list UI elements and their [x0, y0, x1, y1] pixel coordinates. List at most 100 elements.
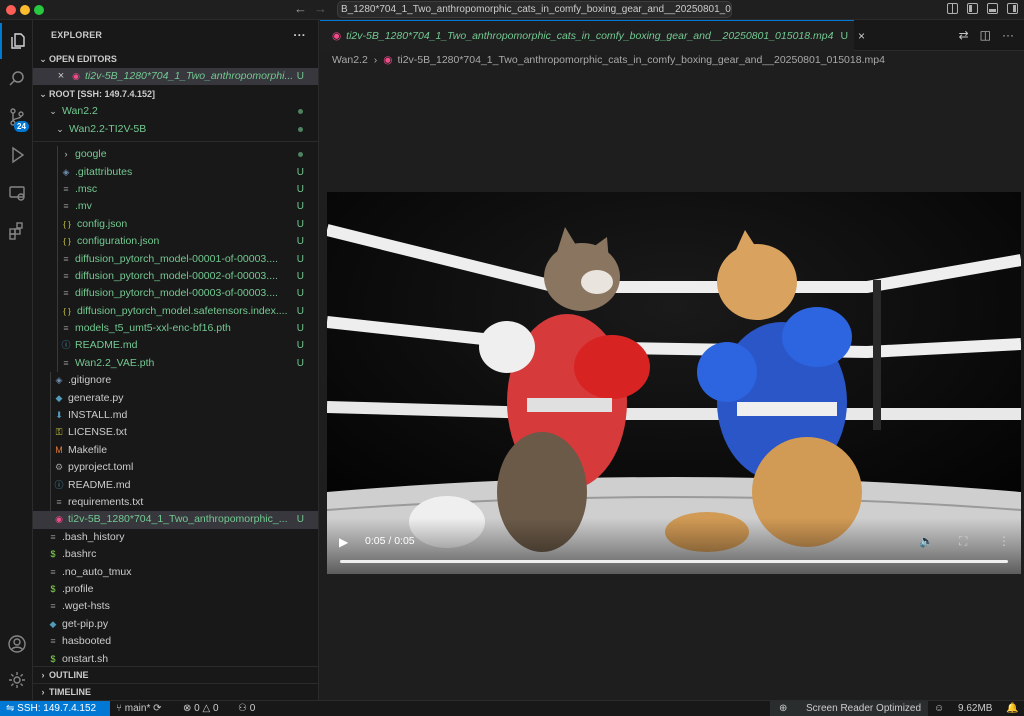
folder-wan2-2-ti2v-5b[interactable]: ⌄ Wan2.2-TI2V-5B — [33, 121, 318, 138]
video-progress-bar[interactable] — [340, 560, 1008, 563]
gear-icon: ⚙ — [54, 462, 64, 473]
chevron-down-icon: ⌄ — [56, 123, 64, 134]
root-section[interactable]: ⌄ ROOT [SSH: 149.7.4.152] — [33, 86, 318, 103]
explorer-file-item[interactable]: ◉ ti2v-5B_1280*704_1_Two_anthropomorphic_… — [33, 511, 318, 529]
source-control-icon[interactable]: 24 — [0, 99, 33, 135]
file-name: hasbooted — [62, 635, 112, 648]
remote-indicator[interactable]: ⇋ SSH: 149.7.4.152 — [0, 701, 110, 716]
explorer-file-item[interactable]: › google — [33, 146, 318, 163]
back-arrow-icon[interactable]: ← — [294, 1, 307, 16]
indent-guide — [50, 372, 51, 529]
explorer-file-item[interactable]: M Makefile — [33, 442, 318, 459]
explorer-file-item[interactable]: ◈ .gitignore — [33, 372, 318, 389]
file-icon: ≡ — [63, 183, 69, 194]
explorer-file-item[interactable]: { } diffusion_pytorch_model.safetensors.i… — [33, 303, 318, 320]
explorer-icon[interactable] — [0, 23, 33, 59]
ports-indicator[interactable]: ⚇ 0 — [238, 701, 255, 716]
explorer-file-item[interactable]: ◆ generate.py — [33, 390, 318, 407]
explorer-file-item[interactable]: ≡ hasbooted — [33, 633, 318, 650]
more-actions-icon[interactable]: ··· — [1002, 28, 1014, 42]
close-icon[interactable]: × — [55, 68, 67, 85]
open-editor-item[interactable]: × ◉ ti2v-5B_1280*704_1_Two_anthropomorph… — [33, 68, 318, 86]
split-editor-icon[interactable]: ◫ — [980, 28, 991, 42]
python-icon: ◆ — [49, 618, 57, 629]
file-icon: ≡ — [63, 253, 69, 264]
breadcrumb-folder[interactable]: Wan2.2 — [332, 54, 368, 66]
more-actions-icon[interactable]: ··· — [293, 20, 306, 51]
video-file-icon: ◉ — [332, 30, 342, 42]
run-debug-icon[interactable] — [0, 137, 33, 173]
explorer-file-item[interactable]: ≡ models_t5_umt5-xxl-enc-bf16.pth U — [33, 320, 318, 337]
breadcrumb-file[interactable]: ti2v-5B_1280*704_1_Two_anthropomorphic_c… — [397, 54, 884, 66]
explorer-file-item[interactable]: ≡ requirements.txt — [33, 494, 318, 511]
toggle-secondary-sidebar-icon[interactable] — [1007, 3, 1018, 14]
explorer-file-item[interactable]: ◆ get-pip.py — [33, 616, 318, 633]
explorer-file-item[interactable]: ◈ .gitattributes U — [33, 164, 318, 181]
sync-icon[interactable]: ⟳ — [153, 703, 161, 714]
close-tab-icon[interactable]: × — [858, 29, 865, 43]
explorer-file-item[interactable]: ≡ diffusion_pytorch_model-00002-of-00003.… — [33, 268, 318, 285]
git-icon: ◈ — [62, 166, 70, 177]
file-name: .mv — [75, 200, 92, 213]
explorer-file-item[interactable]: ≡ .bash_history — [33, 529, 318, 546]
minimize-window-button[interactable] — [20, 5, 30, 15]
explorer-file-item[interactable]: ⚿ LICENSE.txt — [33, 424, 318, 441]
folder-wan2-2[interactable]: ⌄ Wan2.2 — [33, 103, 318, 120]
play-icon[interactable]: ▶ — [339, 535, 348, 549]
git-status-badge: U — [296, 183, 304, 195]
git-status-badge: U — [296, 357, 304, 369]
customize-layout-icon[interactable] — [947, 3, 958, 14]
maximize-window-button[interactable] — [34, 5, 44, 15]
explorer-file-item[interactable]: ≡ diffusion_pytorch_model-00003-of-00003.… — [33, 285, 318, 302]
extensions-icon[interactable] — [0, 213, 33, 249]
explorer-file-item[interactable]: ≡ .msc U — [33, 181, 318, 198]
toggle-primary-sidebar-icon[interactable] — [967, 3, 978, 14]
fullscreen-icon[interactable]: ⛶ — [959, 534, 967, 549]
outline-section[interactable]: › OUTLINE — [33, 666, 319, 683]
git-branch-icon: ⑂ — [116, 703, 125, 714]
volume-icon[interactable]: 🔈 — [919, 534, 934, 548]
explorer-file-item[interactable]: { } config.json U — [33, 216, 318, 233]
explorer-file-item[interactable]: ≡ Wan2.2_VAE.pth U — [33, 355, 318, 372]
remote-explorer-icon[interactable] — [0, 175, 33, 211]
explorer-file-item[interactable]: ⓘ README.md — [33, 477, 318, 494]
file-icon: ≡ — [63, 323, 69, 334]
wan-file-list: ◈ .gitignore ◆ generate.py ⬇ INSTALL.md ⚿ LICEN… — [33, 372, 318, 529]
explorer-file-item[interactable]: { } configuration.json U — [33, 233, 318, 250]
problems-indicator[interactable]: ⊗ 0 △ 0 — [183, 701, 219, 716]
toggle-panel-icon[interactable] — [987, 3, 998, 14]
explorer-file-item[interactable]: $ .profile — [33, 581, 318, 598]
tab-video-file[interactable]: ◉ ti2v-5B_1280*704_1_Two_anthropomorphic… — [320, 20, 865, 51]
open-editors-section[interactable]: ⌄ OPEN EDITORS — [33, 51, 318, 68]
warning-icon: △ — [202, 703, 213, 714]
explorer-file-item[interactable]: ⚙ pyproject.toml — [33, 459, 318, 476]
manage-gear-icon[interactable] — [0, 662, 33, 698]
search-icon[interactable] — [0, 61, 33, 97]
file-name: Makefile — [68, 443, 108, 456]
command-center-search[interactable]: B_1280*704_1_Two_anthropomorphic_cats_in… — [337, 1, 732, 18]
file-name: .gitignore — [68, 374, 112, 387]
explorer-file-item[interactable]: ≡ .mv U — [33, 198, 318, 215]
account-icon[interactable] — [0, 626, 33, 662]
explorer-file-item[interactable]: $ .bashrc — [33, 546, 318, 563]
timeline-section[interactable]: › TIMELINE — [33, 683, 319, 700]
branch-indicator[interactable]: ⑂ main* ⟳ — [116, 701, 162, 716]
makefile-icon: M — [55, 444, 63, 455]
more-options-icon[interactable]: ⋮ — [998, 534, 1010, 548]
file-name: requirements.txt — [68, 495, 144, 508]
zoom-icon[interactable]: ⊕ — [779, 701, 787, 716]
explorer-file-item[interactable]: ≡ .wget-hsts — [33, 598, 318, 615]
explorer-file-item[interactable]: ≡ diffusion_pytorch_model-00001-of-00003.… — [33, 251, 318, 268]
video-player[interactable]: ▶ 0:05 / 0:05 🔈 ⛶ ⋮ — [327, 192, 1021, 574]
open-changes-icon[interactable]: ⇄ — [959, 28, 969, 42]
explorer-file-item[interactable]: ⓘ README.md U — [33, 337, 318, 354]
close-window-button[interactable] — [6, 5, 16, 15]
explorer-file-item[interactable]: ⬇ INSTALL.md — [33, 407, 318, 424]
explorer-file-item[interactable]: ≡ .no_auto_tmux — [33, 564, 318, 581]
file-icon: ≡ — [63, 201, 69, 212]
notifications-bell-icon[interactable]: 🔔 — [1006, 701, 1018, 716]
breadcrumb: Wan2.2 › ◉ ti2v-5B_1280*704_1_Two_anthro… — [332, 52, 885, 68]
screen-reader-indicator[interactable]: Screen Reader Optimized — [806, 701, 921, 716]
copilot-icon[interactable]: ☺ — [934, 701, 944, 716]
forward-arrow-icon[interactable]: → — [314, 1, 327, 16]
